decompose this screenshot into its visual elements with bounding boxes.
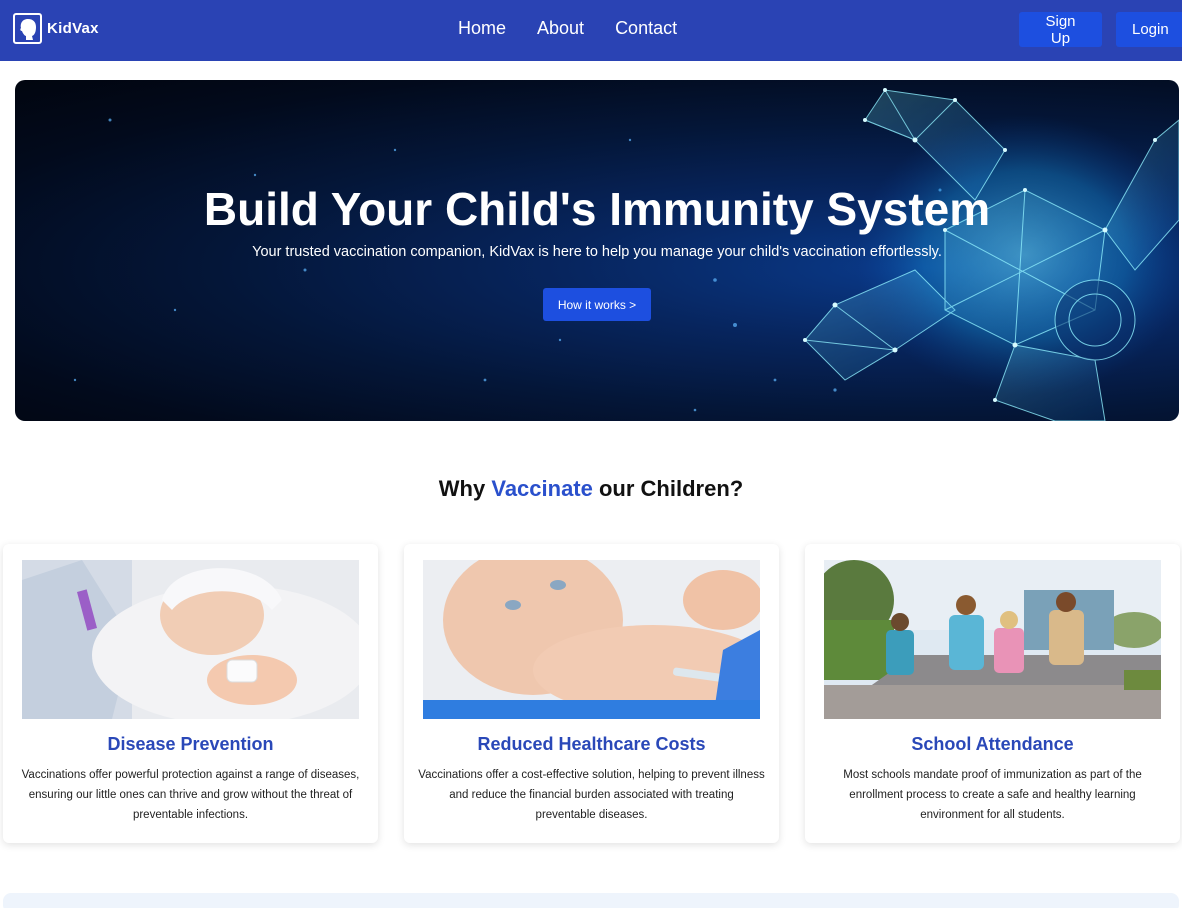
signup-button[interactable]: Sign Up <box>1019 12 1102 47</box>
feature-card-school-attendance: School Attendance Most schools mandate p… <box>805 544 1180 843</box>
brand-logo-link[interactable]: KidVax <box>13 13 99 44</box>
card-text: Vaccinations offer a cost-effective solu… <box>418 769 765 821</box>
nav-links: Home About Contact <box>458 18 677 39</box>
heading-suffix: our Children? <box>592 476 744 501</box>
feature-card-disease-prevention: Disease Prevention Vaccinations offer po… <box>3 544 378 843</box>
hero-title: Build Your Child's Immunity System <box>203 183 991 235</box>
nav-actions: Sign Up Login <box>1019 12 1182 47</box>
brand-name: KidVax <box>47 20 99 37</box>
nav-link-home[interactable]: Home <box>458 18 506 39</box>
child-head-icon <box>13 13 42 44</box>
heading-prefix: Why <box>438 476 492 501</box>
card-text: Most schools mandate proof of immunizati… <box>843 769 1142 821</box>
next-section-edge <box>3 893 1179 908</box>
hero-subtitle: Your trusted vaccination companion, KidV… <box>252 244 942 260</box>
feature-card-healthcare-costs: Reduced Healthcare Costs Vaccinations of… <box>404 544 779 843</box>
nav-link-about[interactable]: About <box>537 18 584 39</box>
heading-accent: Vaccinate <box>491 476 593 501</box>
how-it-works-button[interactable]: How it works > <box>543 288 651 321</box>
card-title: Reduced Healthcare Costs <box>477 734 706 754</box>
baby-vaccination-photo <box>423 560 760 719</box>
card-text: Vaccinations offer powerful protection a… <box>21 769 360 821</box>
nav-link-contact[interactable]: Contact <box>615 18 677 39</box>
navbar: KidVax Home About Contact Sign Up Login <box>0 0 1182 61</box>
hero-banner: Build Your Child's Immunity System Your … <box>15 80 1179 421</box>
students-walking-photo <box>824 560 1161 719</box>
newborn-photo <box>22 560 359 719</box>
card-title: Disease Prevention <box>107 734 274 754</box>
card-title: School Attendance <box>911 734 1074 754</box>
login-button[interactable]: Login <box>1116 12 1182 47</box>
section-heading: Why Vaccinate our Children? <box>0 476 1182 502</box>
